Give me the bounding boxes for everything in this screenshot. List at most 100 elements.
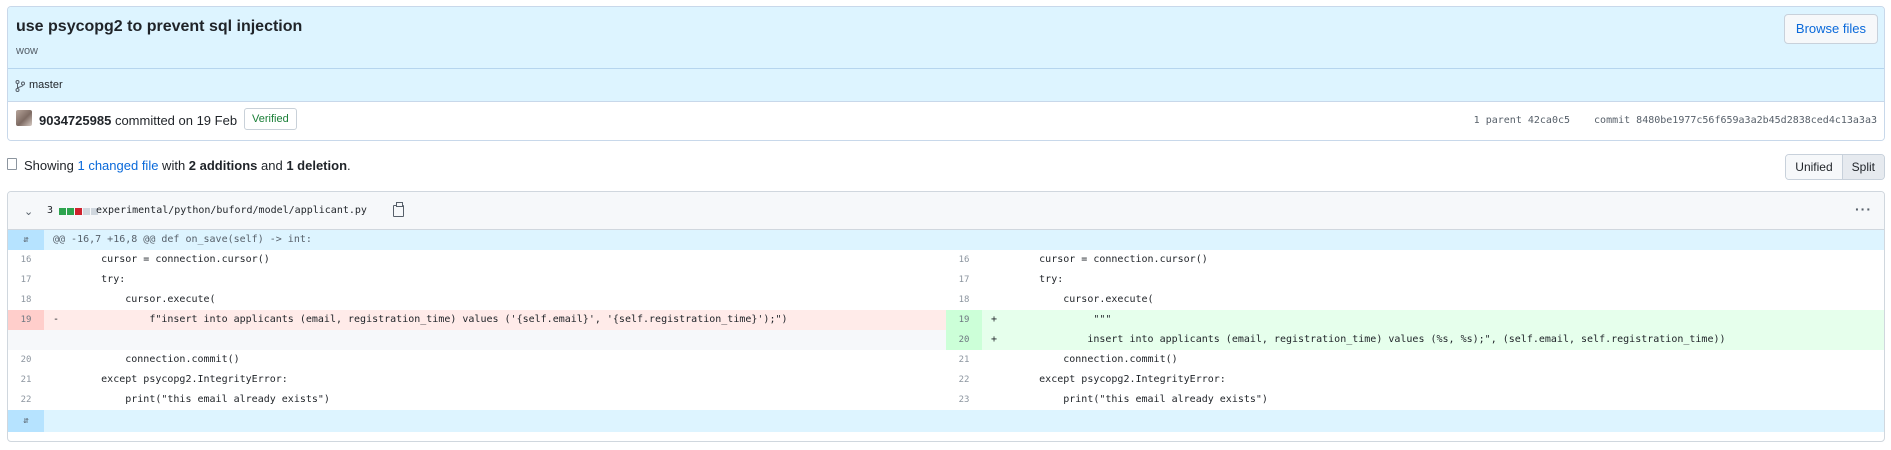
line-number[interactable]: 20 — [8, 350, 44, 370]
right-diff-cell: 20 + insert into applicants (email, regis… — [946, 330, 1884, 350]
left-diff-cell: 16 cursor = connection.cursor() — [8, 250, 946, 270]
diff-row: 19 - f"insert into applicants (email, reg… — [8, 310, 1884, 330]
left-diff-cell — [8, 330, 946, 350]
diff-row: 16 cursor = connection.cursor() 16 cursor… — [8, 250, 1884, 270]
commit-meta: 9034725985 committed on 19 Feb Verified … — [8, 102, 1884, 140]
left-diff-cell: 19 - f"insert into applicants (email, reg… — [8, 310, 946, 330]
diff-rows: 16 cursor = connection.cursor() 16 cursor… — [8, 250, 1884, 410]
deletions-count: 1 deletion — [286, 158, 348, 173]
line-number[interactable]: 19 — [8, 310, 44, 330]
diff-file: ⌄ 3 experimental/python/buford/model/app… — [7, 191, 1885, 442]
code-line: try: — [53, 274, 126, 285]
change-count: 3 — [47, 205, 54, 216]
line-number[interactable]: 19 — [946, 310, 982, 330]
line-number[interactable]: 20 — [946, 330, 982, 350]
line-number[interactable]: 18 — [946, 290, 982, 310]
diff-row: 21 except psycopg2.IntegrityError: 22 exc… — [8, 370, 1884, 390]
line-number[interactable]: 21 — [8, 370, 44, 390]
line-number[interactable]: 22 — [946, 370, 982, 390]
line-number[interactable]: 18 — [8, 290, 44, 310]
diffstat-square — [83, 208, 90, 215]
unified-view-button[interactable]: Unified — [1786, 155, 1842, 179]
code-line: except psycopg2.IntegrityError: — [53, 374, 288, 385]
line-number[interactable]: 17 — [946, 270, 982, 290]
unfold-icon[interactable]: ⇵ — [8, 230, 44, 250]
diff-row: 17 try: 17 try: — [8, 270, 1884, 290]
line-number[interactable]: 22 — [8, 390, 44, 410]
code-line: - f"insert into applicants (email, regis… — [53, 314, 788, 325]
code-line: connection.commit() — [53, 354, 240, 365]
summary-and: and — [257, 158, 287, 173]
hunk-footer: ⇵ — [8, 410, 1884, 432]
commit-sha: commit 8480be1977c56f659a3a2b45d2838ced4… — [1594, 115, 1877, 126]
commit-branch-bar: master — [8, 69, 1884, 102]
summary-mid: with — [158, 158, 189, 173]
verified-badge[interactable]: Verified — [244, 108, 297, 130]
diff-row: 20 + insert into applicants (email, regis… — [8, 330, 1884, 350]
line-number[interactable]: 16 — [8, 250, 44, 270]
commit-author-line: 9034725985 committed on 19 Feb — [39, 113, 237, 128]
hunk-header-text: @@ -16,7 +16,8 @@ def on_save(self) -> i… — [53, 234, 312, 245]
kebab-horizontal-icon[interactable]: ··· — [1855, 201, 1872, 217]
line-number[interactable]: 23 — [946, 390, 982, 410]
commit-title-area: use psycopg2 to prevent sql injection wo… — [8, 7, 1884, 69]
code-line: + insert into applicants (email, registr… — [991, 334, 1726, 345]
diff-summary: Showing 1 changed file with 2 additions … — [24, 158, 351, 173]
unfold-icon[interactable]: ⇵ — [8, 410, 44, 432]
author-link[interactable]: 9034725985 — [39, 113, 111, 128]
commit-action: committed on 19 Feb — [114, 113, 238, 128]
right-diff-cell: 19 + """ — [946, 310, 1884, 330]
diff-row: 20 connection.commit() 21 connection.comm… — [8, 350, 1884, 370]
split-view-button[interactable]: Split — [1841, 155, 1884, 179]
code-line: except psycopg2.IntegrityError: — [991, 374, 1226, 385]
right-diff-cell: 23 print("this email already exists") — [946, 390, 1884, 410]
parent-link[interactable]: 1 parent 42ca0c5 — [1474, 115, 1570, 126]
right-diff-cell: 18 cursor.execute( — [946, 290, 1884, 310]
copy-icon[interactable] — [393, 202, 404, 217]
line-number[interactable]: 21 — [946, 350, 982, 370]
code-line: cursor = connection.cursor() — [53, 254, 270, 265]
additions-count: 2 additions — [188, 158, 258, 173]
diffstat-bar — [59, 208, 98, 215]
git-branch-icon — [15, 80, 25, 92]
branch-name[interactable]: master — [29, 79, 63, 91]
file-path[interactable]: experimental/python/buford/model/applica… — [96, 205, 367, 216]
line-number[interactable]: 16 — [946, 250, 982, 270]
left-diff-cell: 20 connection.commit() — [8, 350, 946, 370]
code-line: try: — [991, 274, 1064, 285]
diff-toolbar: Showing 1 changed file with 2 additions … — [7, 152, 1885, 180]
right-diff-cell: 16 cursor = connection.cursor() — [946, 250, 1884, 270]
code-line: cursor.execute( — [53, 294, 216, 305]
commit-refs: 1 parent 42ca0c5 commit 8480be1977c56f65… — [1456, 115, 1877, 126]
code-line: + """ — [991, 314, 1112, 325]
code-line: connection.commit() — [991, 354, 1178, 365]
right-diff-cell: 17 try: — [946, 270, 1884, 290]
diffstat-square — [59, 208, 66, 215]
line-number[interactable] — [8, 330, 44, 350]
summary-prefix: Showing — [24, 158, 78, 173]
code-line: print("this email already exists") — [991, 394, 1268, 405]
diff-view-toggle: Unified Split — [1785, 154, 1885, 180]
line-number[interactable]: 17 — [8, 270, 44, 290]
hunk-header: ⇵ @@ -16,7 +16,8 @@ def on_save(self) ->… — [8, 230, 1884, 250]
right-diff-cell: 22 except psycopg2.IntegrityError: — [946, 370, 1884, 390]
chevron-down-icon[interactable]: ⌄ — [24, 205, 33, 218]
code-line: cursor.execute( — [991, 294, 1154, 305]
diff-row: 22 print("this email already exists") 23 … — [8, 390, 1884, 410]
diffstat-square — [67, 208, 74, 215]
commit-title: use psycopg2 to prevent sql injection — [16, 18, 303, 35]
commit-header: use psycopg2 to prevent sql injection wo… — [7, 6, 1885, 141]
commit-description: wow — [16, 45, 39, 57]
diff-row: 18 cursor.execute(18 cursor.execute( — [8, 290, 1884, 310]
browse-files-button[interactable]: Browse files — [1783, 14, 1878, 44]
summary-suffix: . — [347, 158, 351, 173]
changed-files-link[interactable]: 1 changed file — [77, 158, 158, 173]
file-diff-icon[interactable] — [7, 158, 17, 170]
avatar[interactable] — [16, 110, 32, 126]
left-diff-cell: 21 except psycopg2.IntegrityError: — [8, 370, 946, 390]
left-diff-cell: 22 print("this email already exists") — [8, 390, 946, 410]
right-diff-cell: 21 connection.commit() — [946, 350, 1884, 370]
left-diff-cell: 17 try: — [8, 270, 946, 290]
diffstat-square — [75, 208, 82, 215]
left-diff-cell: 18 cursor.execute( — [8, 290, 946, 310]
